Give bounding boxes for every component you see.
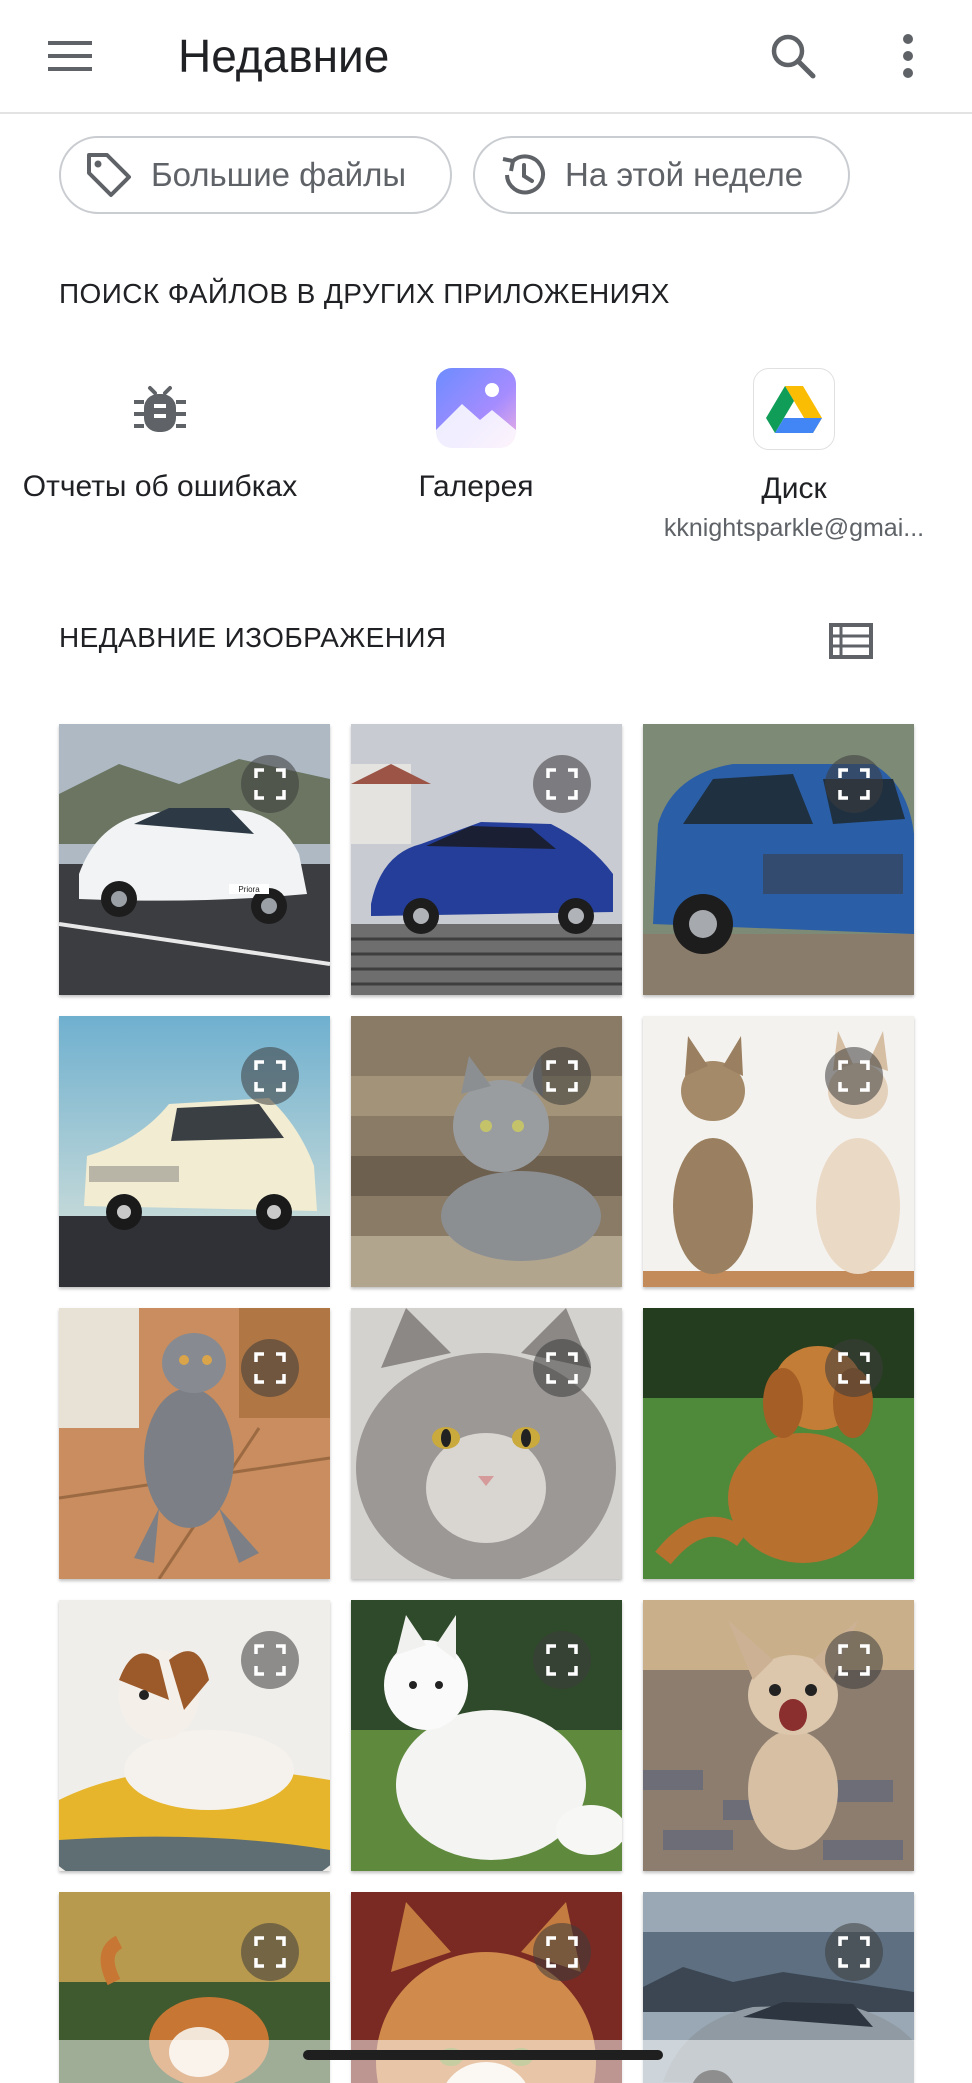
image-thumbnail[interactable] — [59, 1308, 330, 1579]
gallery-icon — [436, 368, 516, 448]
expand-preview-button[interactable] — [825, 1923, 883, 1981]
image-thumbnail[interactable] — [59, 1600, 330, 1871]
fullscreen-icon — [546, 768, 578, 800]
expand-preview-button[interactable] — [825, 1339, 883, 1397]
fullscreen-icon — [838, 1936, 870, 1968]
expand-preview-button[interactable] — [825, 755, 883, 813]
bug-icon — [120, 368, 200, 448]
list-view-icon — [829, 623, 873, 659]
home-indicator[interactable] — [303, 2050, 663, 2060]
fullscreen-icon — [254, 1352, 286, 1384]
image-thumbnail[interactable] — [351, 724, 622, 995]
fullscreen-icon — [546, 1352, 578, 1384]
app-label: Галерея — [418, 470, 534, 503]
hamburger-menu-icon — [48, 41, 92, 71]
fullscreen-icon — [838, 1060, 870, 1092]
expand-preview-button[interactable] — [533, 1047, 591, 1105]
top-app-bar: Недавние — [0, 0, 972, 114]
image-thumbnail[interactable] — [643, 1016, 914, 1287]
image-thumbnail[interactable] — [643, 724, 914, 995]
search-button[interactable] — [757, 20, 829, 92]
fullscreen-icon — [254, 1644, 286, 1676]
fullscreen-icon — [254, 1060, 286, 1092]
menu-button[interactable] — [30, 26, 110, 86]
svg-text:Priora: Priora — [238, 885, 260, 894]
app-google-drive[interactable]: Диск kknightsparkle@gmai... — [634, 368, 954, 543]
history-icon — [493, 145, 553, 205]
expand-preview-button[interactable] — [241, 1339, 299, 1397]
expand-preview-button[interactable] — [825, 1047, 883, 1105]
gesture-bar-area — [0, 2040, 972, 2083]
chip-large-files[interactable]: Большие файлы — [59, 136, 452, 214]
app-label: Отчеты об ошибках — [22, 470, 298, 503]
expand-preview-button[interactable] — [533, 1339, 591, 1397]
app-account: kknightsparkle@gmai... — [663, 514, 925, 542]
expand-preview-button[interactable] — [533, 1631, 591, 1689]
expand-preview-button[interactable] — [241, 1631, 299, 1689]
chip-label: На этой неделе — [565, 156, 804, 193]
google-drive-icon — [753, 368, 835, 450]
app-gallery[interactable]: Галерея — [316, 368, 636, 504]
list-view-toggle[interactable] — [822, 612, 880, 670]
image-thumbnail[interactable] — [351, 1308, 622, 1579]
other-apps-header: ПОИСК ФАЙЛОВ В ДРУГИХ ПРИЛОЖЕНИЯХ — [59, 278, 670, 309]
expand-preview-button[interactable] — [533, 1923, 591, 1981]
fullscreen-icon — [838, 1352, 870, 1384]
chip-label: Большие файлы — [151, 156, 407, 193]
image-thumbnail[interactable] — [643, 1308, 914, 1579]
page-title: Недавние — [178, 30, 390, 82]
expand-preview-button[interactable] — [533, 755, 591, 813]
expand-preview-button[interactable] — [241, 1923, 299, 1981]
fullscreen-icon — [254, 1936, 286, 1968]
image-thumbnail[interactable] — [351, 1600, 622, 1871]
image-thumbnail[interactable] — [643, 1600, 914, 1871]
recent-files-screen: Недавние Большие файлы На этой неделе ПО… — [0, 0, 972, 2083]
search-icon — [771, 34, 816, 79]
recent-images-header: НЕДАВНИЕ ИЗОБРАЖЕНИЯ — [59, 622, 447, 653]
expand-preview-button[interactable] — [825, 1631, 883, 1689]
expand-preview-button[interactable] — [241, 1047, 299, 1105]
fullscreen-icon — [546, 1644, 578, 1676]
image-thumbnail[interactable] — [59, 1016, 330, 1287]
fullscreen-icon — [254, 768, 286, 800]
expand-preview-button[interactable] — [241, 755, 299, 813]
fullscreen-icon — [838, 1644, 870, 1676]
fullscreen-icon — [546, 1936, 578, 1968]
image-thumbnail[interactable] — [351, 1016, 622, 1287]
more-options-button[interactable] — [872, 20, 944, 92]
image-thumbnail[interactable]: Priora — [59, 724, 330, 995]
tag-icon — [79, 145, 139, 205]
app-label: Диск — [761, 472, 827, 505]
chip-this-week[interactable]: На этой неделе — [473, 136, 850, 214]
fullscreen-icon — [546, 1060, 578, 1092]
app-bug-reports[interactable]: Отчеты об ошибках — [0, 368, 320, 504]
more-vert-icon — [903, 34, 913, 78]
fullscreen-icon — [838, 768, 870, 800]
